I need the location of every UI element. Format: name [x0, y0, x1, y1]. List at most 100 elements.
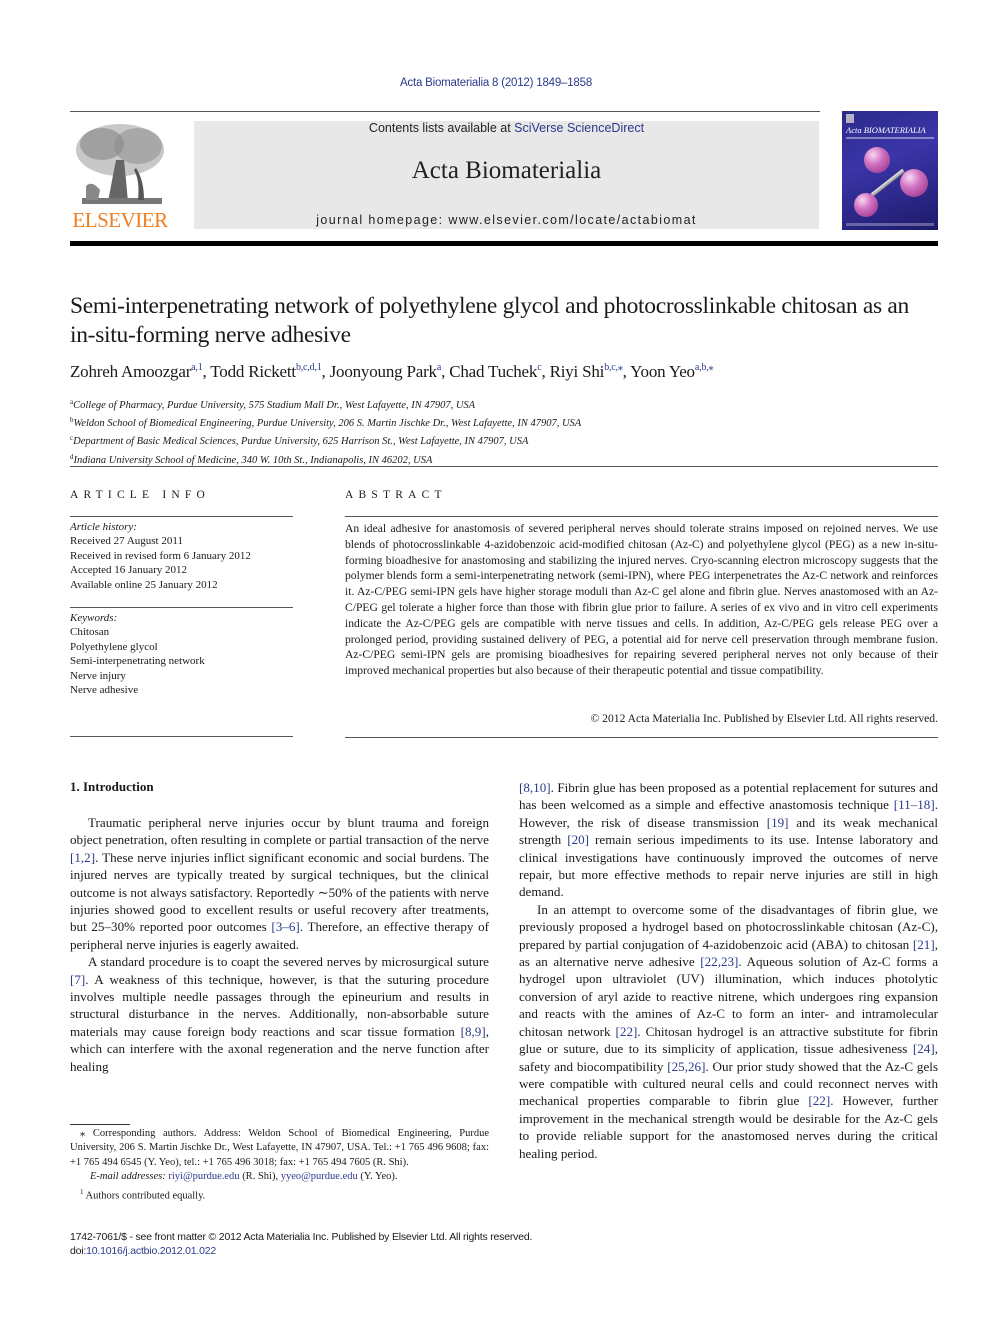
- author-affil-marker[interactable]: a,1: [191, 362, 203, 373]
- body-column-left: Traumatic peripheral nerve injuries occu…: [70, 814, 489, 1075]
- issn-line: 1742-7061/$ - see front matter © 2012 Ac…: [70, 1231, 533, 1243]
- citation-link[interactable]: [22,23]: [700, 954, 738, 969]
- paragraph: In an attempt to overcome some of the di…: [519, 901, 938, 1162]
- citation-link[interactable]: [11–18]: [894, 797, 935, 812]
- citation-link[interactable]: [8,10]: [519, 780, 551, 795]
- citation-link[interactable]: [22]: [808, 1093, 830, 1108]
- affiliation: cDepartment of Basic Medical Sciences, P…: [70, 431, 770, 449]
- article-info-rule: [70, 607, 293, 608]
- author[interactable]: Zohreh Amoozgara,1: [70, 362, 203, 381]
- citation-link[interactable]: [20]: [567, 832, 589, 847]
- history-item: Received 27 August 2011: [70, 535, 183, 548]
- author-affil-marker[interactable]: a: [437, 362, 441, 373]
- paragraph-text: Traumatic peripheral nerve injuries occu…: [70, 815, 489, 848]
- affiliation: aCollege of Pharmacy, Purdue University,…: [70, 395, 770, 413]
- paragraph-text: . A weakness of this technique, however,…: [70, 971, 489, 1039]
- history-item: Accepted 16 January 2012: [70, 564, 187, 577]
- header-rule: [70, 111, 820, 112]
- cover-subtitle-line: [846, 137, 934, 139]
- author-affil-marker[interactable]: a,b,⁎: [695, 362, 714, 373]
- cover-publisher-badge: [846, 114, 854, 123]
- paragraph-text: A standard procedure is to coapt the sev…: [88, 954, 489, 970]
- affiliation-text: Department of Basic Medical Sciences, Pu…: [73, 436, 529, 448]
- paragraph: [8,10]. Fibrin glue has been proposed as…: [519, 779, 938, 901]
- sciencedirect-link[interactable]: SciVerse ScienceDirect: [514, 121, 644, 135]
- article-info-heading: ARTICLE INFO: [70, 489, 210, 501]
- abstract-text: An ideal adhesive for anastomosis of sev…: [345, 522, 938, 678]
- keyword: Semi-interpenetrating network: [70, 655, 205, 668]
- elsevier-tree-icon: [72, 120, 168, 208]
- journal-reference[interactable]: Acta Biomaterialia 8 (2012) 1849–1858: [0, 77, 992, 89]
- author[interactable]: Yoon Yeoa,b,⁎: [630, 362, 713, 381]
- author-name: Joonyoung Park: [329, 362, 437, 381]
- homepage-prefix: journal homepage:: [316, 213, 449, 227]
- contents-line: Contents lists available at SciVerse Sci…: [194, 121, 819, 135]
- author-name: Riyi Shi: [549, 362, 605, 381]
- keyword: Nerve adhesive: [70, 684, 139, 697]
- history-item: Available online 25 January 2012: [70, 578, 218, 591]
- elsevier-logo[interactable]: ELSEVIER: [70, 120, 170, 232]
- doi-link[interactable]: 10.1016/j.actbio.2012.01.022: [86, 1245, 216, 1257]
- affiliation: bWeldon School of Biomedical Engineering…: [70, 413, 770, 431]
- corresponding-text: Corresponding authors. Address: Weldon S…: [70, 1128, 489, 1168]
- issn-doi: 1742-7061/$ - see front matter © 2012 Ac…: [70, 1230, 670, 1258]
- author-name: Todd Rickett: [210, 362, 296, 381]
- affiliations: aCollege of Pharmacy, Purdue University,…: [70, 395, 770, 468]
- paragraph-text: . Fibrin glue has been proposed as a pot…: [519, 780, 938, 813]
- email-link[interactable]: yyeo@purdue.edu: [281, 1171, 358, 1182]
- paragraph: A standard procedure is to coapt the sev…: [70, 953, 489, 1075]
- cover-molecule-sphere: [854, 193, 878, 217]
- affiliation-text: College of Pharmacy, Purdue University, …: [73, 400, 476, 411]
- citation-link[interactable]: [3–6]: [271, 919, 299, 934]
- cover-molecule-sphere: [900, 169, 928, 197]
- author-name: Zohreh Amoozgar: [70, 362, 192, 381]
- author[interactable]: Todd Rickettb,c,d,1: [210, 362, 321, 381]
- citation-link[interactable]: [19]: [767, 815, 789, 830]
- author-affil-marker[interactable]: b,c,d,1: [296, 362, 322, 373]
- email-owner: (R. Shi),: [239, 1171, 281, 1183]
- footnote-rule: [70, 1124, 130, 1125]
- cover-title: Acta BIOMATERIALIA: [846, 125, 926, 135]
- cover-molecule-sphere: [864, 147, 890, 173]
- email-owner: (Y. Yeo).: [357, 1171, 398, 1183]
- author[interactable]: Riyi Shib,c,⁎: [550, 362, 623, 381]
- author-name: Chad Tuchek: [449, 362, 538, 381]
- author[interactable]: Chad Tuchekc: [449, 362, 541, 381]
- citation-link[interactable]: [8,9]: [461, 1024, 486, 1039]
- citation-link[interactable]: [25,26]: [667, 1059, 705, 1074]
- email-link[interactable]: riyi@purdue.edu: [168, 1171, 239, 1182]
- contents-prefix: Contents lists available at: [368, 121, 515, 135]
- journal-name: Acta Biomaterialia: [411, 157, 602, 184]
- citation-link[interactable]: [24]: [913, 1041, 935, 1056]
- author[interactable]: Joonyoung Parka: [329, 362, 442, 381]
- abstract-copyright: © 2012 Acta Materialia Inc. Published by…: [590, 712, 938, 725]
- keyword: Polyethylene glycol: [70, 640, 158, 653]
- article-title: Semi-interpenetrating network of polyeth…: [70, 293, 910, 348]
- citation-link[interactable]: [7]: [70, 972, 85, 987]
- elsevier-wordmark: ELSEVIER: [72, 208, 168, 232]
- author-name: Yoon Yeo: [630, 362, 695, 381]
- author-affil-marker[interactable]: c: [537, 362, 541, 373]
- doi-prefix: doi:: [70, 1245, 87, 1257]
- corresponding-mark: ⁎: [80, 1128, 86, 1139]
- journal-cover-image[interactable]: Acta BIOMATERIALIA: [842, 111, 938, 230]
- email-label: E-mail addresses:: [90, 1171, 166, 1183]
- author-affil-marker[interactable]: b,c,⁎: [604, 362, 623, 373]
- affiliation-text: Weldon School of Biomedical Engineering,…: [73, 418, 582, 430]
- abstract-heading: ABSTRACT: [345, 489, 447, 501]
- equal-contribution-note: 1 Authors contributed equally.: [70, 1185, 489, 1204]
- keyword: Chitosan: [70, 626, 110, 639]
- article-history-label: Article history:: [70, 521, 137, 533]
- citation-link[interactable]: [1,2]: [70, 850, 95, 865]
- footnotes: ⁎ Corresponding authors. Address: Weldon…: [70, 1127, 489, 1204]
- citation-link[interactable]: [22]: [616, 1024, 638, 1039]
- equal-text: Authors contributed equally.: [85, 1190, 206, 1202]
- abstract-rule: [345, 737, 938, 738]
- email-note: E-mail addresses: riyi@purdue.edu (R. Sh…: [70, 1170, 489, 1184]
- homepage-url[interactable]: www.elsevier.com/locate/actabiomat: [448, 213, 696, 227]
- abstract-rule: [345, 516, 938, 517]
- journal-header: Contents lists available at SciVerse Sci…: [194, 121, 819, 229]
- article-info-rule: [70, 736, 293, 737]
- citation-link[interactable]: [21]: [913, 937, 935, 952]
- paragraph: Traumatic peripheral nerve injuries occu…: [70, 814, 489, 953]
